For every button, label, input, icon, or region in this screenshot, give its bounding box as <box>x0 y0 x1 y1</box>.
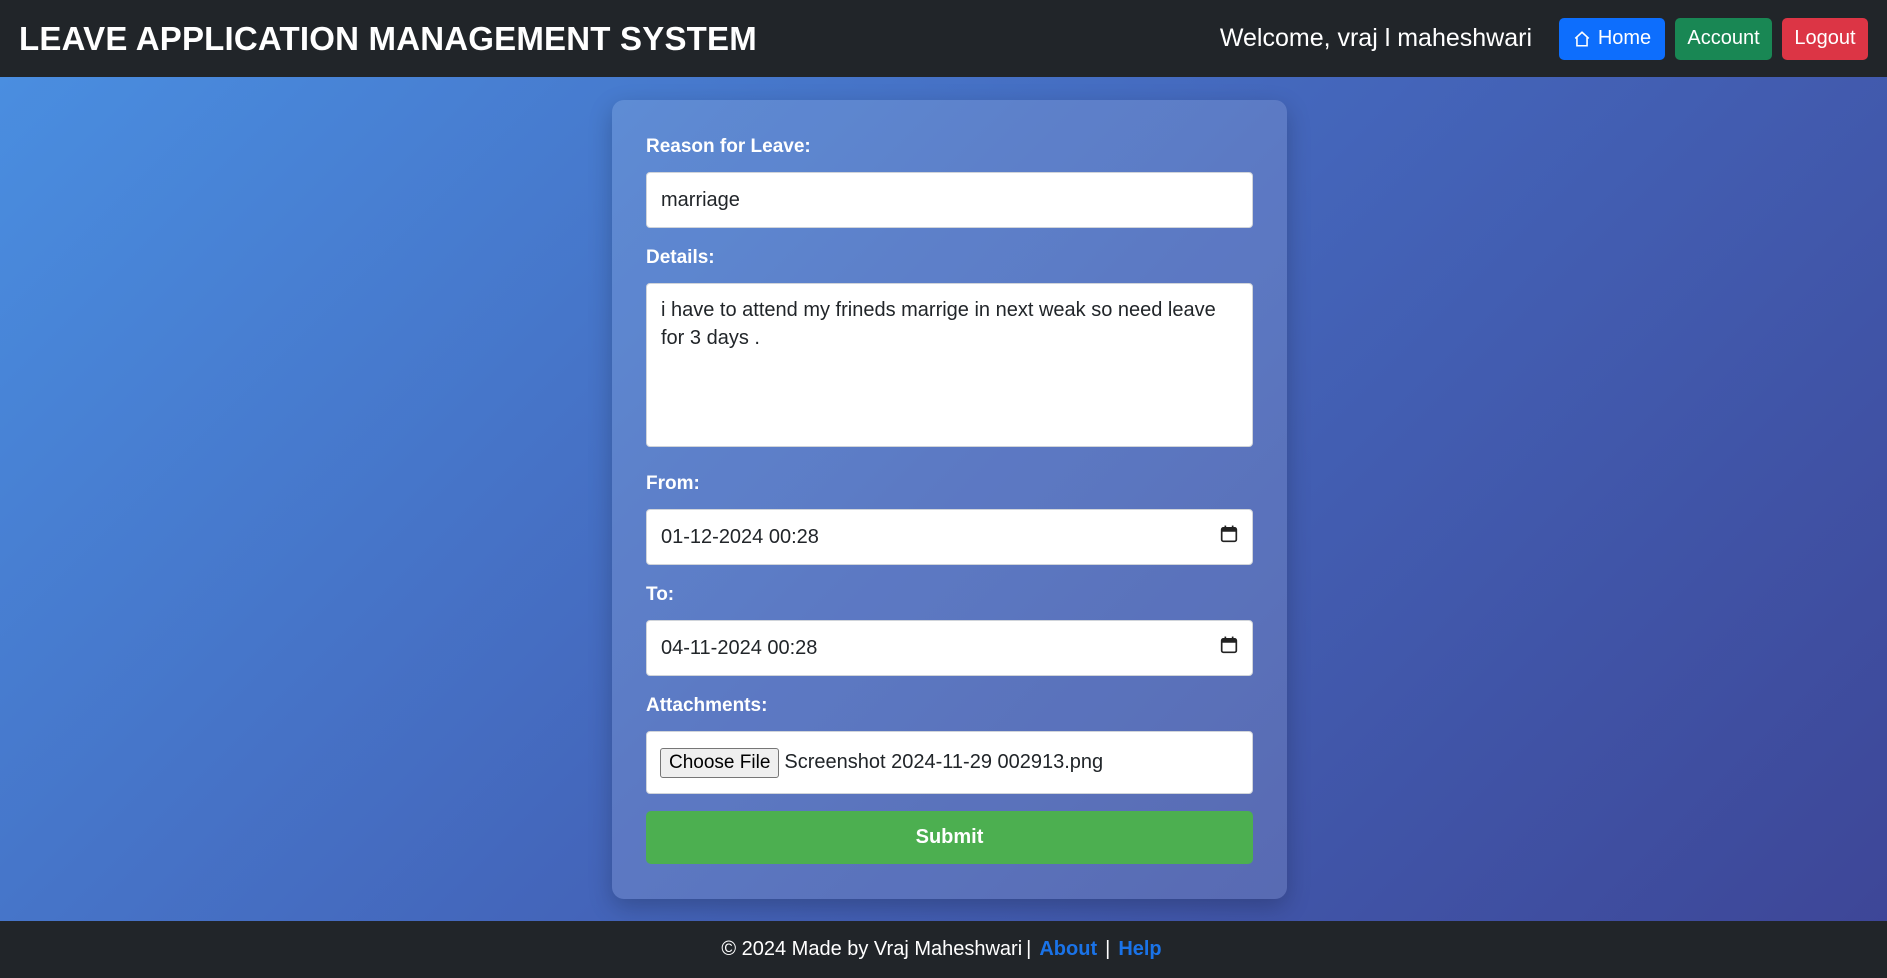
to-date-input[interactable]: 04-11-2024 00:28 <box>646 620 1253 676</box>
calendar-icon[interactable] <box>1220 525 1238 549</box>
to-label: To: <box>646 584 675 605</box>
about-link[interactable]: About <box>1039 938 1097 961</box>
to-value: 04-11-2024 00:28 <box>661 636 818 659</box>
submit-button[interactable]: Submit <box>646 811 1253 864</box>
calendar-icon[interactable] <box>1220 636 1238 660</box>
footer-credit: © 2024 Made by Vraj Maheshwari <box>721 938 1023 960</box>
nav-actions: Welcome, vraj l maheshwari Home Account … <box>1219 17 1868 60</box>
attachments-label: Attachments: <box>646 695 768 716</box>
home-label: Home <box>1597 27 1652 49</box>
file-name: Screenshot 2024-11-29 002913.png <box>784 751 1104 773</box>
footer-separator: | <box>1105 938 1111 960</box>
app-title: LEAVE APPLICATION MANAGEMENT SYSTEM <box>19 19 757 57</box>
welcome-text: Welcome, vraj l maheshwari <box>1219 24 1532 52</box>
reason-input[interactable]: marriage <box>646 172 1253 228</box>
home-icon <box>1573 30 1591 48</box>
from-value: 01-12-2024 00:28 <box>661 525 819 548</box>
attachments-file-input[interactable]: Choose File Screenshot 2024-11-29 002913… <box>646 731 1253 794</box>
home-button[interactable]: Home <box>1559 17 1665 60</box>
details-value: i have to attend my frineds marrige in n… <box>661 299 1216 349</box>
details-textarea[interactable]: i have to attend my frineds marrige in n… <box>646 283 1253 447</box>
footer: © 2024 Made by Vraj Maheshwari | About |… <box>0 921 1887 978</box>
footer-separator: | <box>1026 938 1032 960</box>
from-date-input[interactable]: 01-12-2024 00:28 <box>646 509 1253 565</box>
details-label: Details: <box>646 247 715 268</box>
reason-label: Reason for Leave: <box>646 136 811 157</box>
logout-button[interactable]: Logout <box>1782 17 1868 60</box>
account-button[interactable]: Account <box>1675 17 1772 60</box>
leave-form-card: Reason for Leave: marriage Details: i ha… <box>612 100 1287 899</box>
help-link[interactable]: Help <box>1118 938 1161 961</box>
choose-file-button[interactable]: Choose File <box>660 747 780 778</box>
navbar: LEAVE APPLICATION MANAGEMENT SYSTEM Welc… <box>0 0 1887 77</box>
reason-value: marriage <box>661 188 740 211</box>
from-label: From: <box>646 473 700 494</box>
